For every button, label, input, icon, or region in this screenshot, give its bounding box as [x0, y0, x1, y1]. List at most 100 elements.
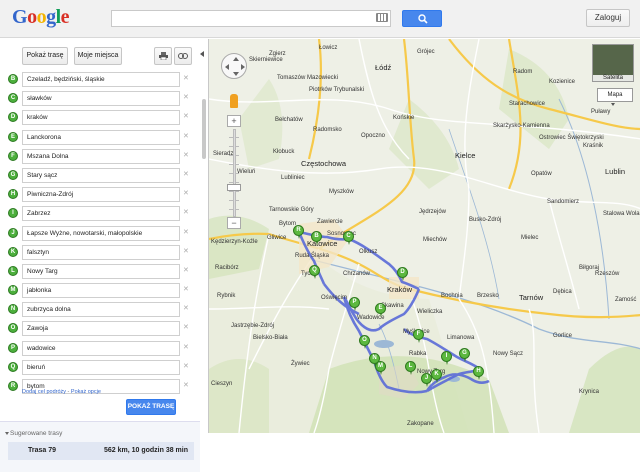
scrollbar-thumb[interactable]	[202, 99, 206, 159]
remove-waypoint-icon[interactable]: ✕	[183, 381, 189, 389]
route-marker-c[interactable]: C	[343, 231, 354, 245]
route-marker-l[interactable]: L	[405, 361, 416, 375]
waypoint-marker-icon[interactable]: I	[8, 208, 18, 219]
waypoint-marker-icon[interactable]: K	[8, 246, 18, 257]
pegman-icon[interactable]	[230, 94, 238, 108]
waypoint-input[interactable]: Stary sącz	[22, 167, 180, 183]
waypoint-input[interactable]: sławków	[22, 91, 180, 107]
pan-right-icon[interactable]	[241, 64, 245, 70]
pan-left-icon[interactable]	[225, 64, 229, 70]
waypoint-marker-icon[interactable]: L	[8, 265, 18, 276]
waypoint-marker-icon[interactable]: P	[8, 342, 18, 353]
city-label: Jastrzębie-Zdrój	[231, 323, 275, 329]
waypoint-marker-icon[interactable]: H	[8, 189, 18, 200]
waypoint-marker-icon[interactable]: M	[8, 285, 18, 296]
pan-control[interactable]	[221, 53, 247, 79]
panel-scrollbar[interactable]	[201, 69, 207, 389]
waypoint-input[interactable]: falsztyn	[22, 244, 180, 260]
waypoint-input[interactable]: Czeladź, będziński, śląskie	[22, 72, 180, 87]
waypoint-input[interactable]: kraków	[22, 110, 180, 126]
route-marker-n[interactable]: N	[369, 353, 380, 367]
route-marker-b[interactable]: B	[311, 231, 322, 245]
show-options-link[interactable]: Pokaż opcje	[71, 389, 101, 395]
get-directions-button[interactable]: POKAŻ TRASĘ	[126, 399, 176, 415]
route-marker-g[interactable]: G	[459, 348, 470, 362]
remove-waypoint-icon[interactable]: ✕	[183, 266, 189, 274]
suggested-routes-heading[interactable]: Sugerowane trasy	[4, 430, 62, 437]
waypoint-input[interactable]: zubrzyca dolna	[22, 302, 180, 318]
waypoint-marker-icon[interactable]: R	[8, 381, 18, 391]
waypoint-input[interactable]: Piwniczna-Zdrój	[22, 187, 180, 203]
remove-waypoint-icon[interactable]: ✕	[183, 132, 189, 140]
waypoint-input[interactable]: Nowy Targ	[22, 263, 180, 279]
waypoint-input[interactable]: Lanckorona	[22, 129, 180, 145]
remove-waypoint-icon[interactable]: ✕	[183, 247, 189, 255]
satellite-toggle[interactable]: Satelita	[592, 44, 634, 82]
waypoint-input[interactable]: bieruń	[22, 359, 180, 375]
remove-waypoint-icon[interactable]: ✕	[183, 112, 189, 120]
search-input[interactable]	[111, 10, 391, 27]
waypoint-marker-icon[interactable]: O	[8, 323, 18, 334]
city-label: Wieluń	[237, 169, 256, 175]
waypoint-marker-icon[interactable]: J	[8, 227, 18, 238]
route-marker-d[interactable]: D	[397, 267, 408, 281]
route-marker-p[interactable]: P	[349, 297, 360, 311]
waypoint-input[interactable]: Zabrzez	[22, 206, 180, 222]
waypoint-marker-icon[interactable]: C	[8, 93, 18, 104]
remove-waypoint-icon[interactable]: ✕	[183, 151, 189, 159]
link-button[interactable]	[174, 47, 192, 65]
zoom-out-button[interactable]: −	[227, 217, 241, 229]
search-button[interactable]	[402, 10, 442, 27]
remove-waypoint-icon[interactable]: ✕	[183, 362, 189, 370]
waypoint-input[interactable]: jabłonka	[22, 283, 180, 299]
remove-waypoint-icon[interactable]: ✕	[183, 74, 189, 82]
collapse-panel-icon[interactable]	[200, 51, 204, 57]
remove-waypoint-icon[interactable]: ✕	[183, 170, 189, 178]
remove-waypoint-icon[interactable]: ✕	[183, 323, 189, 331]
route-marker-f[interactable]: F	[413, 329, 424, 343]
waypoint-input[interactable]: Łapsze Wyżne, nowotarski, małopolskie	[22, 225, 180, 241]
signin-button[interactable]: Zaloguj	[586, 9, 630, 27]
route-option[interactable]: Trasa 79 562 km, 10 godzin 38 min	[8, 442, 194, 460]
waypoint-input[interactable]: Zawoja	[22, 321, 180, 337]
remove-waypoint-icon[interactable]: ✕	[183, 208, 189, 216]
remove-waypoint-icon[interactable]: ✕	[183, 343, 189, 351]
remove-waypoint-icon[interactable]: ✕	[183, 304, 189, 312]
route-marker-h[interactable]: H	[473, 366, 484, 380]
route-marker-i[interactable]: I	[441, 351, 452, 365]
google-logo[interactable]: Google	[12, 6, 70, 29]
route-marker-r[interactable]: R	[293, 225, 304, 239]
tab-my-places[interactable]: Moje miejsca	[74, 47, 122, 65]
zoom-in-button[interactable]: +	[227, 115, 241, 127]
route-marker-k[interactable]: K	[431, 369, 442, 383]
route-marker-o[interactable]: O	[359, 335, 370, 349]
map-canvas[interactable]: Łódź Skierniewice Piotrków Trybunalski Rado…	[208, 39, 640, 433]
pan-up-icon[interactable]	[233, 57, 239, 61]
route-marker-q[interactable]: Q	[309, 265, 320, 279]
waypoint-marker-icon[interactable]: N	[8, 304, 18, 315]
pan-down-icon[interactable]	[233, 72, 239, 76]
zoom-slider-thumb[interactable]	[227, 184, 241, 191]
print-button[interactable]	[154, 47, 172, 65]
waypoint-marker-icon[interactable]: D	[8, 112, 18, 123]
city-label: Miechów	[423, 237, 447, 243]
waypoint-input[interactable]: Mszana Dolna	[22, 148, 180, 164]
route-marker-e[interactable]: E	[375, 303, 386, 317]
remove-waypoint-icon[interactable]: ✕	[183, 189, 189, 197]
waypoint-input[interactable]: wadowice	[22, 340, 180, 356]
keyboard-icon[interactable]	[376, 13, 388, 22]
city-label: Katowice	[307, 239, 338, 248]
map-type-button[interactable]: Mapa	[597, 88, 633, 102]
tab-get-directions[interactable]: Pokaż trasę	[22, 47, 68, 65]
waypoint-marker-icon[interactable]: Q	[8, 361, 18, 372]
remove-waypoint-icon[interactable]: ✕	[183, 285, 189, 293]
remove-waypoint-icon[interactable]: ✕	[183, 228, 189, 236]
waypoint-marker-icon[interactable]: E	[8, 131, 18, 142]
waypoint-marker-icon[interactable]: B	[8, 74, 18, 84]
add-destination-link[interactable]: Dodaj cel podróży	[22, 389, 66, 395]
chevron-down-icon[interactable]	[611, 103, 615, 106]
remove-waypoint-icon[interactable]: ✕	[183, 93, 189, 101]
waypoint-marker-icon[interactable]: G	[8, 169, 18, 180]
zoom-slider[interactable]	[233, 129, 236, 217]
waypoint-marker-icon[interactable]: F	[8, 150, 18, 161]
